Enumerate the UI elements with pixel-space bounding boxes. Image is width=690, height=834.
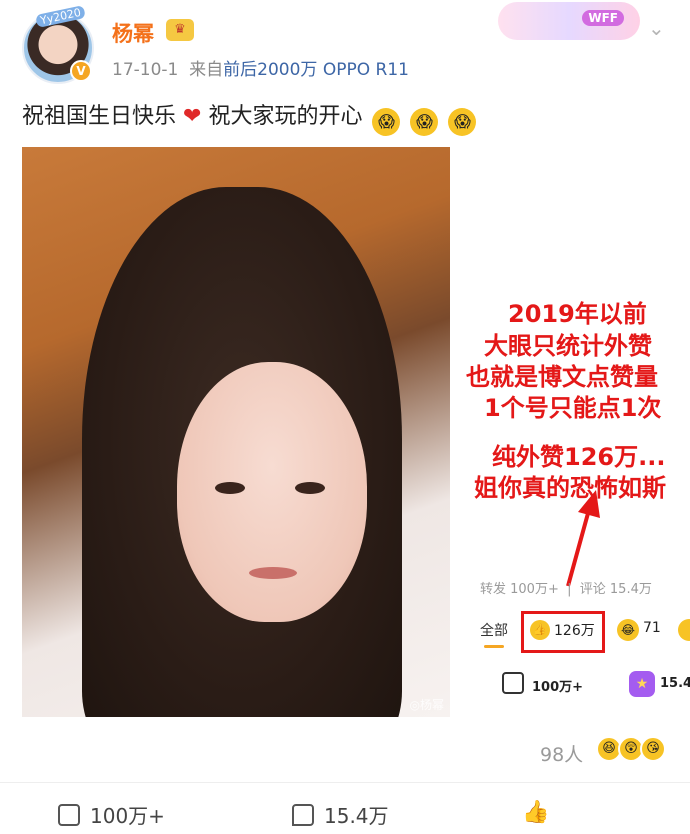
viewer-count: 98人 — [540, 744, 584, 766]
heart-icon: ❤ — [183, 104, 202, 129]
verified-badge-icon: V — [70, 60, 92, 82]
annotation-line: 大眼只统计外赞 — [484, 332, 652, 360]
profile-decoration: WFF — [498, 2, 640, 40]
surprised-emoji-icon: 😱 — [372, 108, 401, 136]
comment-stat[interactable]: 评论 15.4万 — [580, 582, 652, 597]
chevron-down-icon[interactable]: ⌄ — [648, 16, 665, 40]
post-text-b: 祝大家玩的开心 — [208, 104, 363, 129]
photo-watermark: ◎杨幂 — [409, 698, 444, 712]
repost-count: 100万+ — [90, 804, 165, 828]
stat-line: 转发 100万+ | 评论 15.4万 — [480, 582, 652, 597]
repost-stat[interactable]: 转发 100万+ — [480, 582, 559, 597]
tab-all[interactable]: 全部 — [480, 620, 508, 640]
post-photo[interactable]: ◎杨幂 — [22, 147, 450, 717]
divider — [0, 782, 690, 783]
post-source[interactable]: 前后2000万 OPPO R11 — [223, 60, 409, 80]
annotation-line: 也就是博文点赞量 — [466, 363, 658, 391]
photo-face — [177, 362, 367, 622]
decor-label: WFF — [582, 10, 624, 26]
repost-button[interactable]: 100万+ — [58, 800, 165, 829]
like-count[interactable]: 126万 — [554, 620, 595, 640]
star-count[interactable]: 15.4 — [660, 676, 690, 691]
post-meta: 17-10-1 来自前后2000万 OPPO R11 — [112, 55, 409, 80]
crown-icon: ♛ — [166, 19, 194, 41]
comment-count: 15.4万 — [324, 804, 389, 828]
thumbs-up-icon[interactable]: 👍 — [530, 620, 550, 640]
post-date: 17-10-1 — [112, 60, 179, 80]
share-icon[interactable] — [502, 672, 524, 694]
annotation-arrow-icon — [566, 490, 600, 587]
star-icon[interactable]: ★ — [629, 671, 655, 697]
annotation-line: 2019年以前 — [508, 300, 647, 328]
photo-eye — [295, 482, 325, 494]
annotation-line: 纯外赞126万... — [492, 443, 666, 471]
annotation-line: 1个号只能点1次 — [484, 394, 662, 422]
surprised-emoji-icon: 😱 — [410, 108, 439, 136]
username[interactable]: 杨幂 — [112, 18, 154, 48]
post-text-a: 祝祖国生日快乐 — [22, 104, 177, 129]
photo-eye — [215, 482, 245, 494]
share-count[interactable]: 100万+ — [532, 676, 583, 695]
surprised-emoji-icon: 😱 — [448, 108, 477, 136]
laugh-emoji-icon[interactable]: 😂 — [617, 619, 639, 641]
kiss-emoji-icon: 😘 — [640, 736, 666, 762]
comment-icon — [292, 804, 314, 826]
laugh-count[interactable]: 71 — [643, 620, 661, 636]
weibo-post: Yy2020 V 杨幂 ♛ 17-10-1 来自前后2000万 OPPO R11… — [0, 0, 690, 834]
comment-button[interactable]: 15.4万 — [292, 800, 389, 829]
photo-lips — [249, 567, 297, 579]
tab-active-indicator — [484, 645, 504, 648]
share-icon — [58, 804, 80, 826]
surprised-emoji-icon[interactable] — [678, 619, 690, 641]
post-text: 祝祖国生日快乐 ❤ 祝大家玩的开心 😱 😱 😱 — [22, 98, 477, 136]
viewer-emojis: 😆 😲 😘 — [596, 736, 666, 762]
source-prefix: 来自 — [189, 60, 224, 80]
thumbs-up-icon: 👍 — [522, 800, 550, 825]
like-button[interactable]: 👍 — [522, 800, 549, 825]
